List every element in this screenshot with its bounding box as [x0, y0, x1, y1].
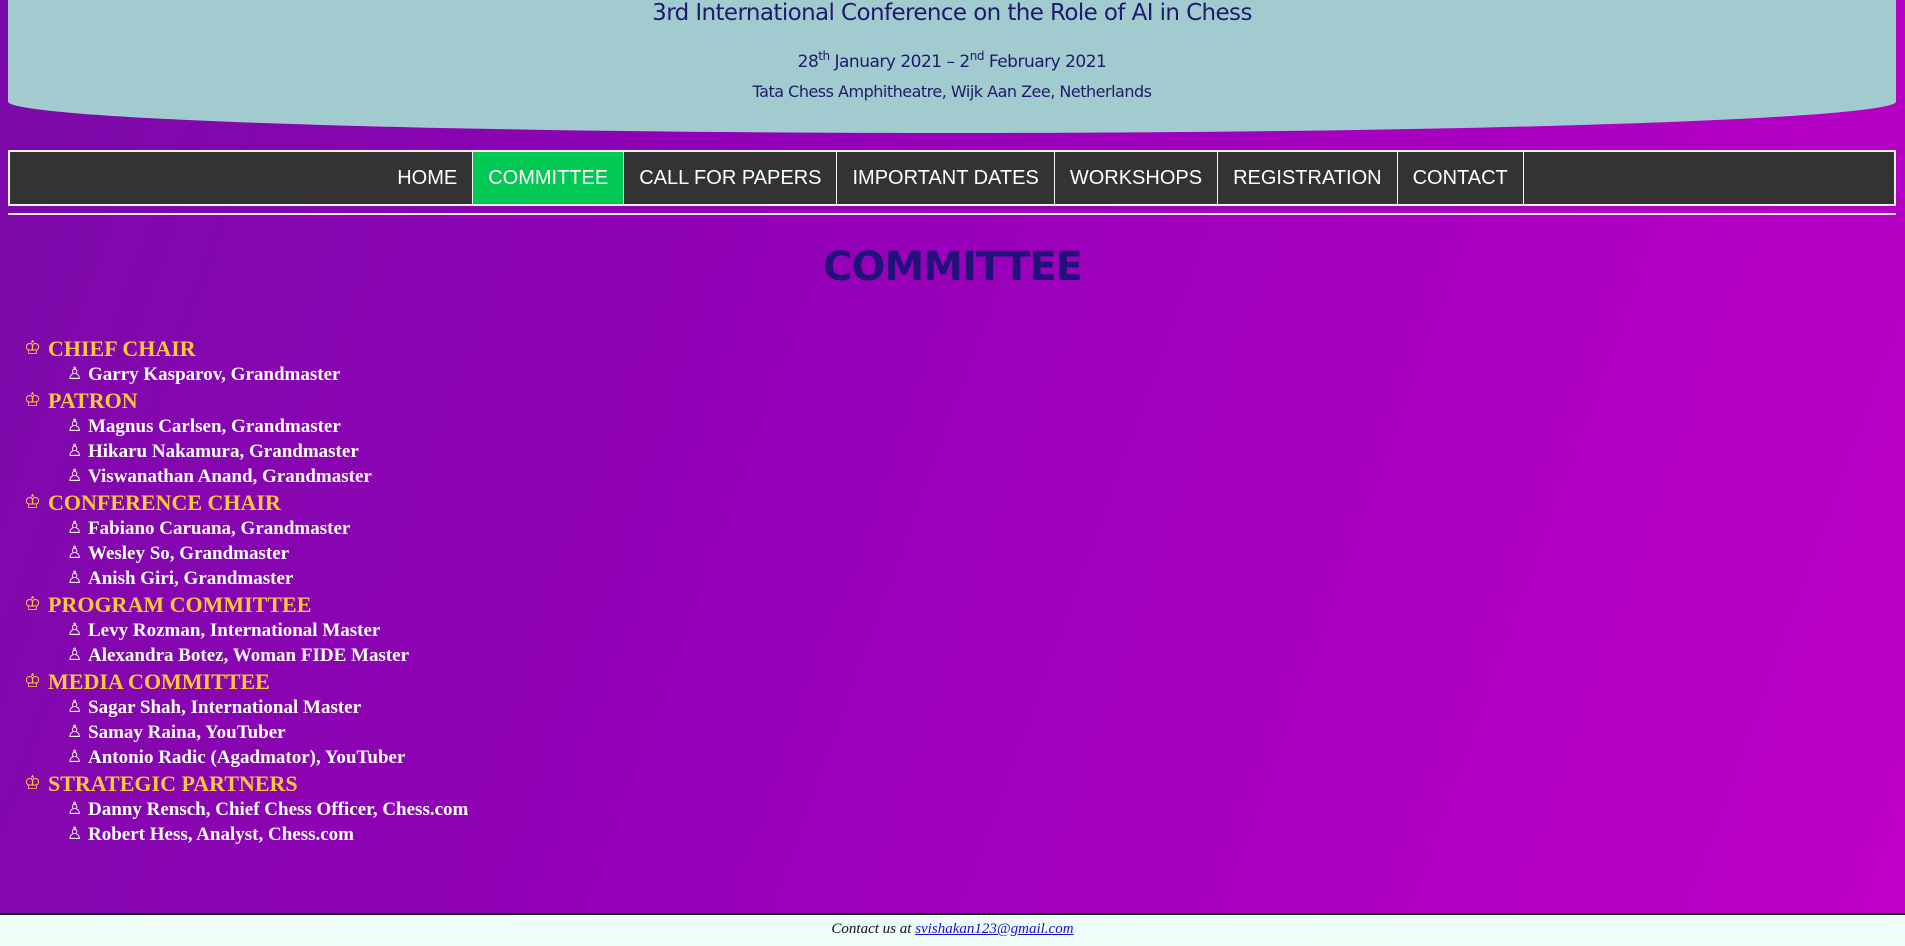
- pawn-icon: ♙: [67, 620, 83, 640]
- pawn-icon: ♙: [67, 518, 83, 538]
- member-name: Sagar Shah, International Master: [88, 697, 362, 718]
- committee-member: ♙ Antonio Radic (Agadmator), YouTuber: [24, 745, 468, 770]
- crown-icon: ♔: [24, 593, 42, 615]
- nav-item-call-for-papers[interactable]: CALL FOR PAPERS: [623, 152, 836, 204]
- conference-dates: 28th January 2021 – 2nd February 2021: [8, 49, 1896, 72]
- pawn-icon: ♙: [67, 697, 83, 717]
- nav-item-contact[interactable]: CONTACT: [1396, 152, 1523, 204]
- group-heading-label: MEDIA COMMITTEE: [48, 669, 270, 694]
- date-start-rest: January 2021 – 2: [829, 52, 970, 72]
- member-name: Fabiano Caruana, Grandmaster: [88, 518, 351, 539]
- pawn-icon: ♙: [67, 645, 83, 665]
- committee-member: ♙ Danny Rensch, Chief Chess Officer, Ches…: [24, 797, 468, 822]
- member-name: Magnus Carlsen, Grandmaster: [88, 416, 341, 437]
- committee-group-heading: ♔ CONFERENCE CHAIR: [24, 489, 468, 516]
- date-start-suffix: th: [818, 49, 830, 63]
- committee-member: ♙ Viswanathan Anand, Grandmaster: [24, 464, 468, 489]
- committee-group-heading: ♔ PATRON: [24, 387, 468, 414]
- committee-member: ♙ Samay Raina, YouTuber: [24, 720, 468, 745]
- crown-icon: ♔: [24, 491, 42, 513]
- pawn-icon: ♙: [67, 568, 83, 588]
- committee-group-heading: ♔ MEDIA COMMITTEE: [24, 668, 468, 695]
- pawn-icon: ♙: [67, 799, 83, 819]
- pawn-icon: ♙: [67, 543, 83, 563]
- nav-item-committee[interactable]: COMMITTEE: [472, 152, 624, 204]
- committee-member: ♙ Levy Rozman, International Master: [24, 618, 468, 643]
- nav-item-important-dates[interactable]: IMPORTANT DATES: [836, 152, 1053, 204]
- page-title: COMMITTEE: [823, 244, 1083, 290]
- group-heading-label: STRATEGIC PARTNERS: [48, 771, 298, 796]
- pawn-icon: ♙: [67, 824, 83, 844]
- footer-text: Contact us at: [831, 921, 916, 937]
- member-name: Hikaru Nakamura, Grandmaster: [88, 441, 359, 462]
- member-name: Levy Rozman, International Master: [88, 620, 381, 641]
- committee-member: ♙ Garry Kasparov, Grandmaster: [24, 362, 468, 387]
- member-name: Antonio Radic (Agadmator), YouTuber: [88, 747, 406, 768]
- committee-group-heading: ♔ STRATEGIC PARTNERS: [24, 770, 468, 797]
- date-end-suffix: nd: [969, 49, 985, 63]
- committee-member: ♙ Sagar Shah, International Master: [24, 695, 468, 720]
- committee-member: ♙ Hikaru Nakamura, Grandmaster: [24, 439, 468, 464]
- pawn-icon: ♙: [67, 416, 83, 436]
- group-heading-label: CHIEF CHAIR: [48, 336, 196, 361]
- committee-group-heading: ♔ PROGRAM COMMITTEE: [24, 591, 468, 618]
- crown-icon: ♔: [24, 389, 42, 411]
- committee-member: ♙ Wesley So, Grandmaster: [24, 541, 468, 566]
- pawn-icon: ♙: [67, 441, 83, 461]
- conference-venue: Tata Chess Amphitheatre, Wijk Aan Zee, N…: [752, 82, 1152, 101]
- crown-icon: ♔: [24, 670, 42, 692]
- member-name: Danny Rensch, Chief Chess Officer, Chess…: [88, 799, 469, 820]
- crown-icon: ♔: [24, 772, 42, 794]
- nav-item-workshops[interactable]: WORKSHOPS: [1053, 152, 1217, 204]
- committee-group-heading: ♔ CHIEF CHAIR: [24, 335, 468, 362]
- crown-icon: ♔: [24, 337, 42, 359]
- member-name: Robert Hess, Analyst, Chess.com: [88, 824, 354, 845]
- member-name: Wesley So, Grandmaster: [88, 543, 290, 564]
- group-heading-label: CONFERENCE CHAIR: [48, 490, 281, 515]
- member-name: Garry Kasparov, Grandmaster: [88, 364, 341, 385]
- committee-list: ♔ CHIEF CHAIR ♙ Garry Kasparov, Grandmaster…: [24, 335, 468, 847]
- pawn-icon: ♙: [67, 747, 83, 767]
- nav-item-registration[interactable]: REGISTRATION: [1217, 152, 1397, 204]
- conference-header: 3rd International Conference on the Role…: [8, 0, 1896, 133]
- footer-email-link[interactable]: svishakan123@gmail.com: [915, 921, 1073, 937]
- member-name: Viswanathan Anand, Grandmaster: [88, 466, 372, 487]
- committee-member: ♙ Fabiano Caruana, Grandmaster: [24, 516, 468, 541]
- group-heading-label: PATRON: [48, 388, 138, 413]
- nav-items: HOME COMMITTEE CALL FOR PAPERS IMPORTANT DA…: [382, 152, 1524, 204]
- pawn-icon: ♙: [67, 722, 83, 742]
- member-name: Samay Raina, YouTuber: [88, 722, 286, 743]
- pawn-icon: ♙: [67, 364, 83, 384]
- nav-divider: [8, 213, 1896, 215]
- main-nav: HOME COMMITTEE CALL FOR PAPERS IMPORTANT DA…: [8, 150, 1896, 206]
- committee-member: ♙ Robert Hess, Analyst, Chess.com: [24, 822, 468, 847]
- member-name: Alexandra Botez, Woman FIDE Master: [88, 645, 410, 666]
- nav-item-home[interactable]: HOME: [382, 152, 472, 204]
- conference-title: 3rd International Conference on the Role…: [652, 0, 1252, 26]
- date-start-day: 28: [797, 52, 819, 72]
- committee-member: ♙ Anish Giri, Grandmaster: [24, 566, 468, 591]
- member-name: Anish Giri, Grandmaster: [88, 568, 294, 589]
- committee-member: ♙ Alexandra Botez, Woman FIDE Master: [24, 643, 468, 668]
- date-end-rest: February 2021: [983, 52, 1107, 72]
- pawn-icon: ♙: [67, 466, 83, 486]
- committee-member: ♙ Magnus Carlsen, Grandmaster: [24, 414, 468, 439]
- footer: Contact us at svishakan123@gmail.com: [0, 913, 1905, 946]
- group-heading-label: PROGRAM COMMITTEE: [48, 592, 312, 617]
